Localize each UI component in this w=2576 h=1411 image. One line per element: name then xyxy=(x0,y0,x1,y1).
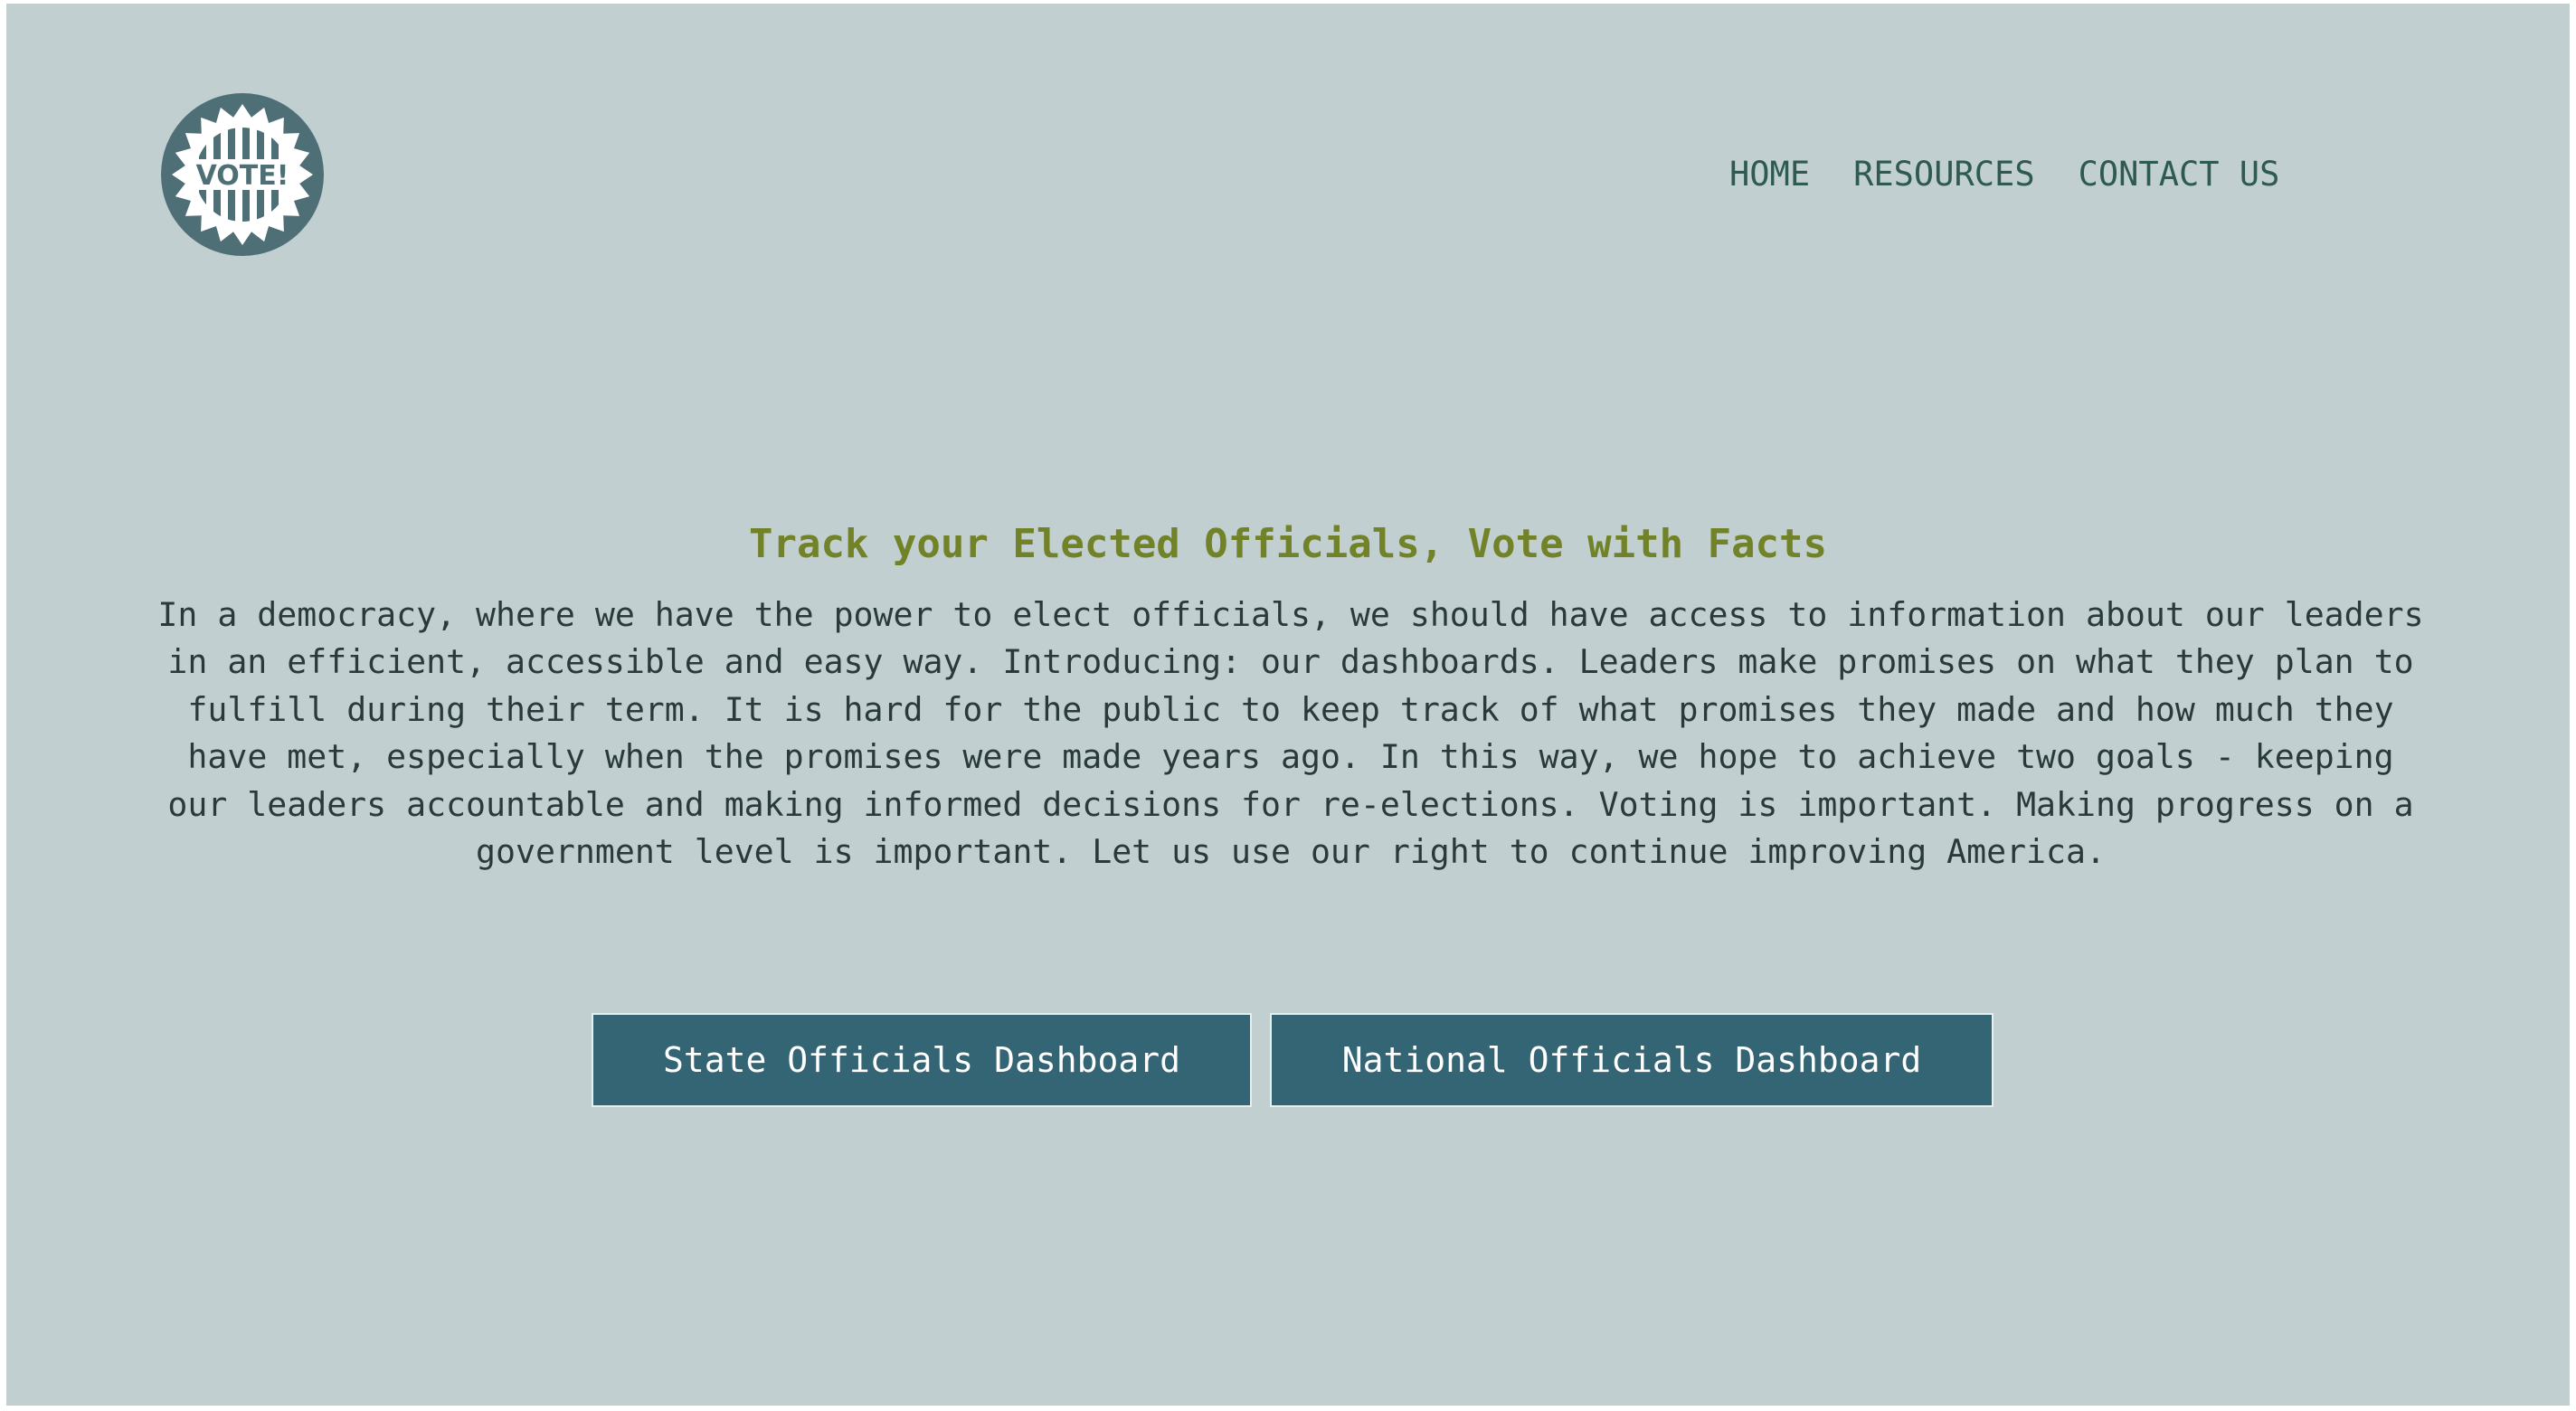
hero-title: Track your Elected Officials, Vote with … xyxy=(748,521,1828,567)
nav-resources-link[interactable]: RESOURCES xyxy=(1853,157,2034,191)
logo-text: VOTE! xyxy=(196,160,289,192)
national-officials-dashboard-button[interactable]: National Officials Dashboard xyxy=(1270,1013,1994,1107)
vote-badge-icon[interactable]: VOTE! xyxy=(160,92,325,257)
main-nav: HOME RESOURCES CONTACT US xyxy=(1729,157,2279,191)
page: VOTE! HOME RESOURCES CONTACT US Track yo… xyxy=(6,4,2570,1406)
logo-svg: VOTE! xyxy=(161,93,324,256)
nav-contact-link[interactable]: CONTACT US xyxy=(2079,157,2280,191)
hero-description: In a democracy, where we have the power … xyxy=(157,595,2424,872)
state-officials-dashboard-button[interactable]: State Officials Dashboard xyxy=(592,1013,1252,1107)
nav-home-link[interactable]: HOME xyxy=(1729,157,1810,191)
dashboard-buttons: State Officials Dashboard National Offic… xyxy=(6,1013,2570,1107)
